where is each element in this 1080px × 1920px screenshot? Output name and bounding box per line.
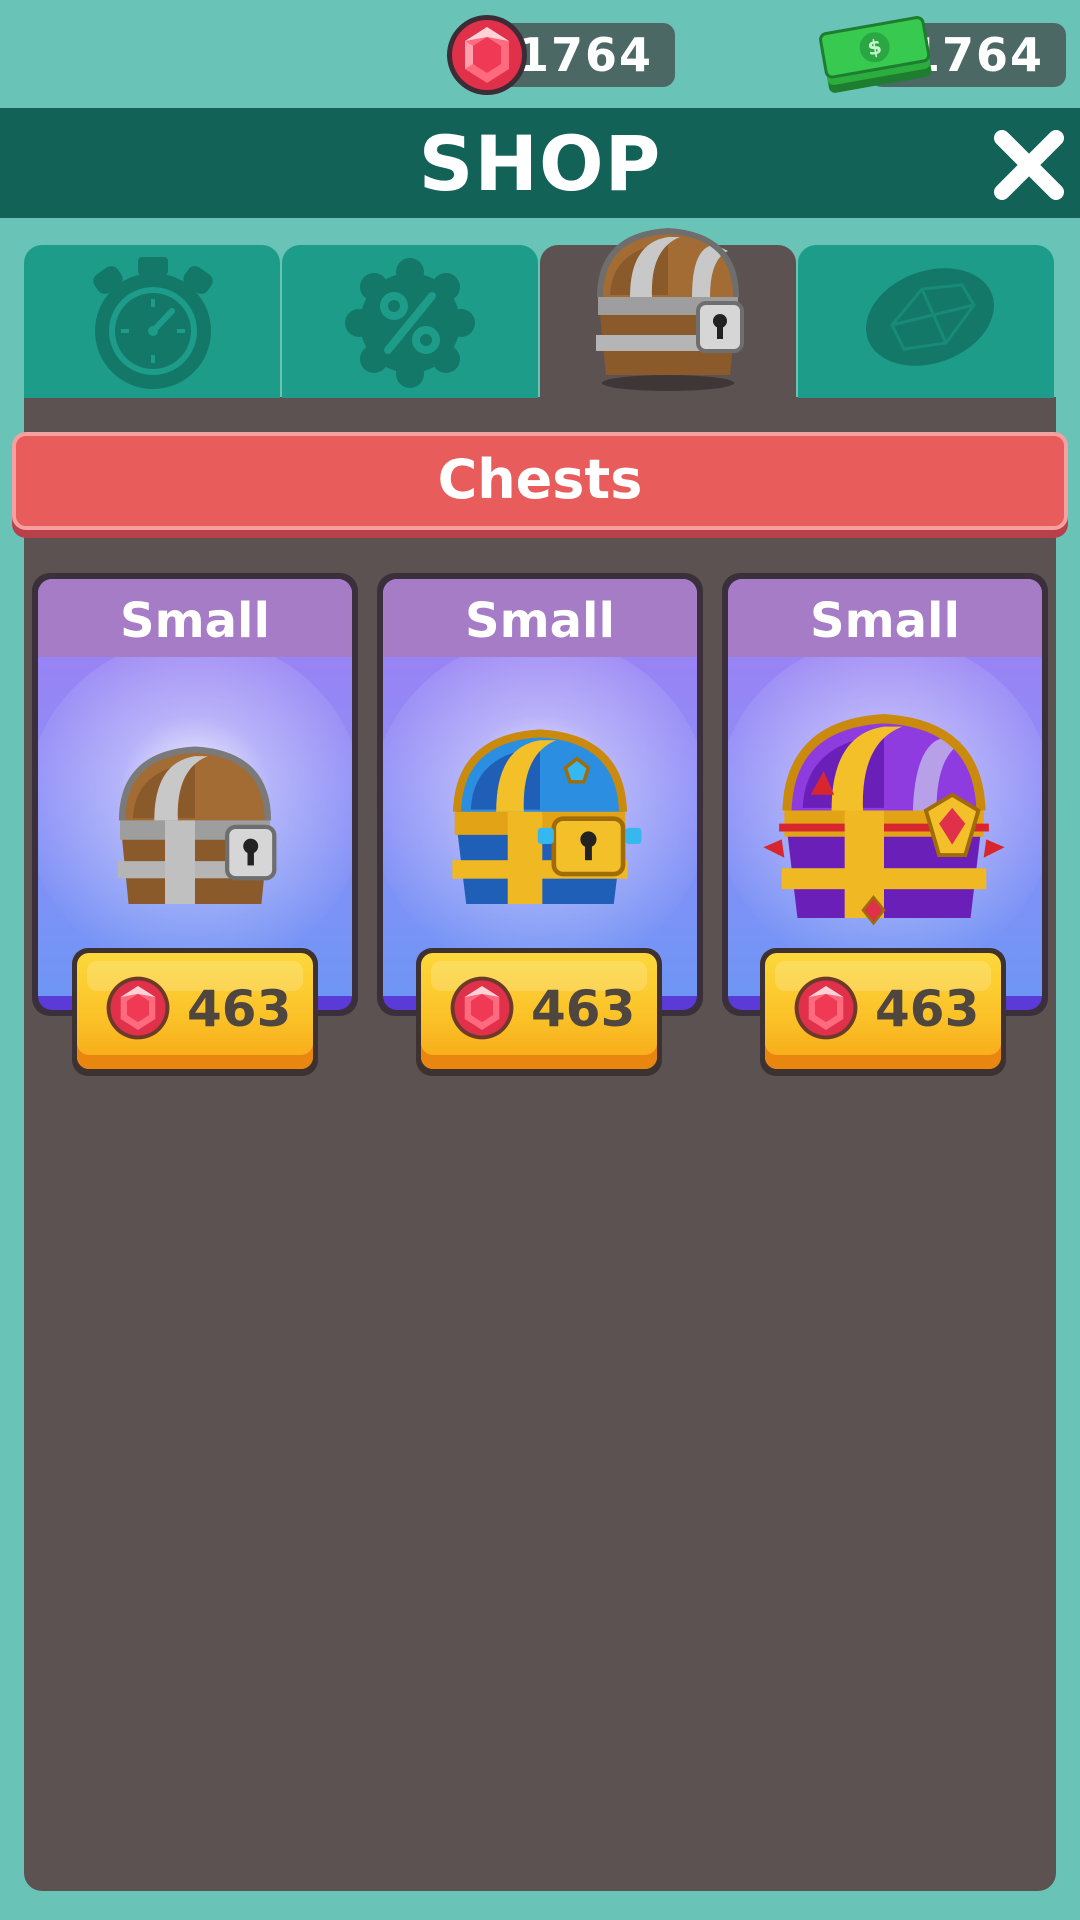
button-face: 463 [765,953,1001,1069]
ruby-gem-icon [450,976,514,1040]
silver-chest-image [117,746,277,904]
card-background: Small [383,579,697,1010]
buy-chest-button[interactable]: 463 [760,948,1006,1076]
page-title: SHOP [418,119,662,208]
tab-chests[interactable] [540,227,796,398]
chest-name: Small [728,579,1042,657]
gold-purple-chest-image [763,714,1005,926]
chest-price: 463 [875,980,980,1038]
chest-icon [596,227,744,391]
ruby-gem-icon [106,976,170,1040]
tab-deals[interactable] [282,245,538,398]
chest-price: 463 [187,980,292,1038]
button-face: 463 [77,953,313,1069]
gem-icon [866,268,994,366]
ruby-gem-icon [794,976,858,1040]
chest-price: 463 [531,980,636,1038]
tab-gems[interactable] [798,245,1054,398]
buy-chest-button[interactable]: 463 [416,948,662,1076]
ruby-gem-icon [447,15,527,95]
cash-stack-icon: $ [819,16,932,93]
chest-name: Small [383,579,697,657]
discount-badge-icon [345,258,475,388]
gems-counter: 1764 [445,15,675,95]
chest-name: Small [38,579,352,657]
button-face: 463 [421,953,657,1069]
card-background: Small [728,579,1042,1010]
shop-header: SHOP [0,108,1080,218]
tab-boosters[interactable] [24,245,280,398]
stopwatch-icon [93,257,213,389]
gold-blue-chest-image [452,729,642,905]
card-background: Small [38,579,352,1010]
cash-counter: 1764 $ [818,16,1066,93]
section-title-banner: Chests [12,432,1068,530]
close-icon[interactable] [990,126,1068,204]
buy-chest-button[interactable]: 463 [72,948,318,1076]
